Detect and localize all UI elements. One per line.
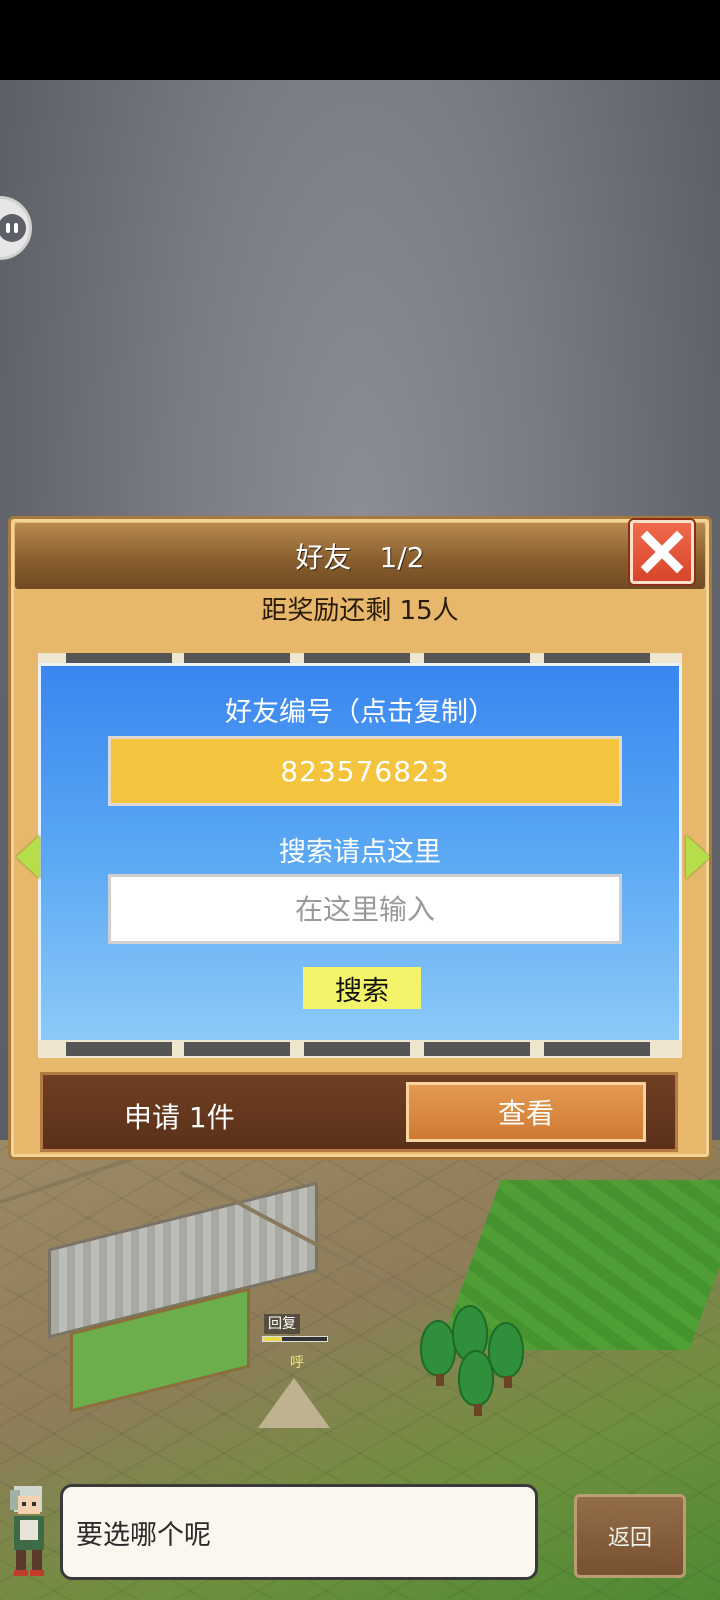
close-icon xyxy=(640,530,684,574)
friend-id-copy-box[interactable]: 823576823 xyxy=(108,736,622,806)
status-bar xyxy=(0,0,720,80)
character-avatar xyxy=(10,1486,44,1576)
scene-progress-bar xyxy=(262,1336,328,1342)
floating-assistant-icon xyxy=(0,214,26,242)
tab-slot[interactable] xyxy=(424,1042,530,1056)
tree xyxy=(488,1322,524,1388)
tent xyxy=(258,1378,330,1428)
tab-slot[interactable] xyxy=(424,653,530,663)
speech-text: 要选哪个呢 xyxy=(76,1520,211,1551)
dialog-title: 好友 1/2 xyxy=(295,541,425,574)
reward-remaining-text: 距奖励还剩 15人 xyxy=(261,596,459,626)
tab-slot[interactable] xyxy=(304,1042,410,1056)
left-arrow-icon[interactable] xyxy=(16,835,40,879)
scene-hint-label: 回复 xyxy=(264,1314,300,1334)
tab-slot[interactable] xyxy=(66,653,172,663)
tab-slot[interactable] xyxy=(66,1042,172,1056)
view-requests-button[interactable]: 查看 xyxy=(406,1082,646,1142)
scene-progress-fill xyxy=(263,1337,283,1341)
tree xyxy=(420,1320,456,1386)
scene-sigh-text: 呼 xyxy=(290,1355,304,1371)
tab-slot[interactable] xyxy=(544,653,650,663)
search-label: 搜索请点这里 xyxy=(279,837,441,868)
tree xyxy=(458,1350,494,1416)
friend-id-label: 好友编号（点击复制） xyxy=(225,697,495,728)
tab-slot[interactable] xyxy=(184,1042,290,1056)
tab-slot[interactable] xyxy=(544,1042,650,1056)
tab-slot[interactable] xyxy=(184,653,290,663)
friend-search-input[interactable] xyxy=(108,874,622,944)
back-button[interactable]: 返回 xyxy=(574,1494,686,1578)
dialog-header: 好友 1/2 xyxy=(15,523,705,589)
right-arrow-icon[interactable] xyxy=(686,835,710,879)
friend-request-count: 申请 1件 xyxy=(124,1101,235,1134)
search-button[interactable]: 搜索 xyxy=(303,967,421,1009)
close-button[interactable] xyxy=(630,520,694,584)
tab-slot[interactable] xyxy=(304,653,410,663)
